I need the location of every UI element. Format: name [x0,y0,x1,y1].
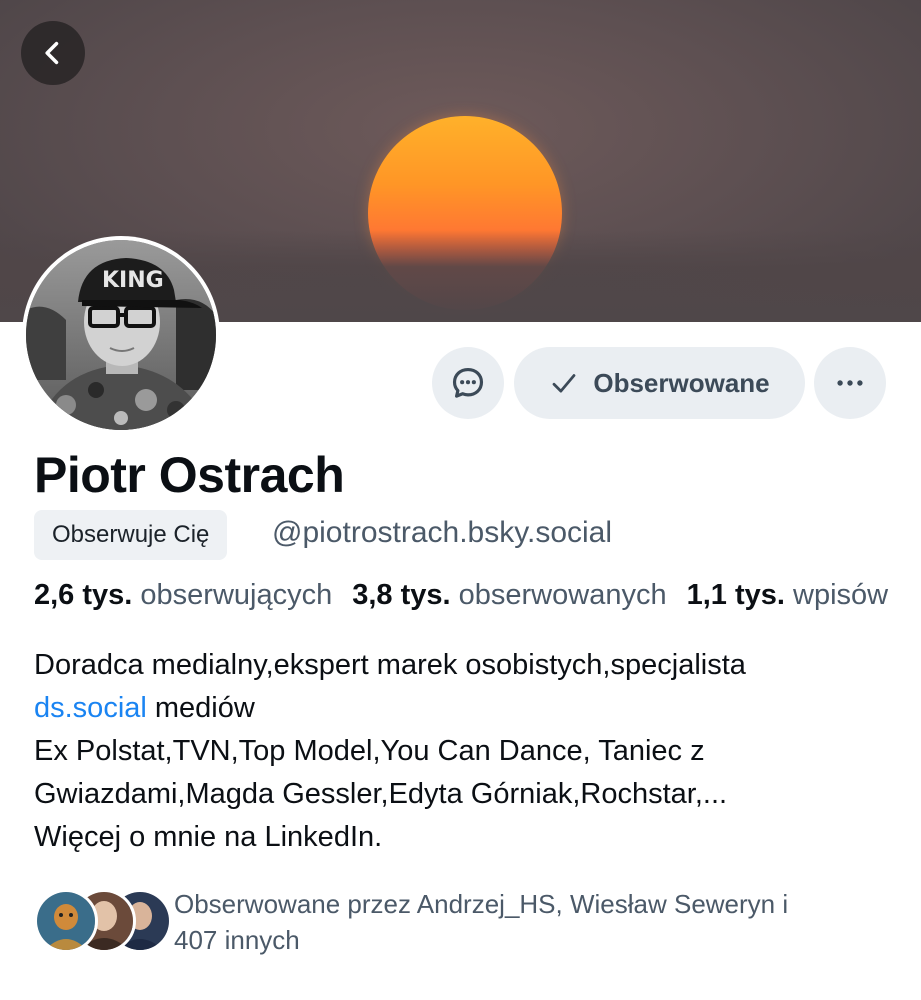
following-count: 3,8 tys. [352,579,451,611]
checkmark-icon [552,374,576,393]
following-button-label: Obserwowane [593,367,770,398]
chevron-left-icon [45,41,59,65]
chat-bubble-icon [452,367,484,398]
posts-label: wpisów [793,579,889,611]
bio-link[interactable]: ds.social [34,692,147,724]
ellipsis-icon [837,380,863,386]
profile-bio: Doradca medialny,ekspert marek osobistyc… [34,644,904,859]
bio-line-1: Doradca medialny,ekspert marek osobistyc… [34,649,746,681]
followers-stat[interactable]: 2,6 tys. obserwujących [34,579,332,611]
followed-by-section[interactable]: Obserwowane przez Andrzej_HS, Wiesław Se… [34,886,914,956]
profile-handle[interactable]: @piotrostrach.bsky.social [272,516,612,550]
following-stat[interactable]: 3,8 tys. obserwowanych [352,579,666,611]
cap-text: KING [102,268,164,293]
bio-line-5: Więcej o mnie na LinkedIn. [34,821,383,853]
follower-avatar-1 [34,889,98,953]
bio-line-3: Ex Polstat,TVN,Top Model,You Can Dance, … [34,735,705,767]
profile-name: Piotr Ostrach [34,447,345,503]
bio-line-2: ds.social mediów [34,687,904,730]
followers-count: 2,6 tys. [34,579,133,611]
message-button[interactable] [432,347,504,419]
avatar[interactable]: KING [22,236,220,434]
follows-you-badge: Obserwuje Cię [34,510,228,560]
more-options-button[interactable] [814,347,886,419]
bio-line-2-text: mediów [146,692,255,724]
posts-stat: 1,1 tys. wpisów [687,579,889,611]
followed-by-line-2: 407 innych [174,925,300,955]
posts-count: 1,1 tys. [686,579,785,611]
following-button[interactable]: Obserwowane [514,347,805,419]
back-button[interactable] [21,21,85,85]
bio-line-4: Gwiazdami,Magda Gessler,Edyta Górniak,Ro… [34,778,728,810]
followed-by-line-1: Obserwowane przez Andrzej_HS, Wiesław Se… [174,889,789,919]
following-label: obserwowanych [458,579,667,611]
profile-stats: 2,6 tys. obserwujących 3,8 tys. obserwowa… [34,579,921,612]
followed-by-text: Obserwowane przez Andrzej_HS, Wiesław Se… [174,886,914,958]
followers-label: obserwujących [140,579,333,611]
avatar-photo: KING [26,240,216,430]
